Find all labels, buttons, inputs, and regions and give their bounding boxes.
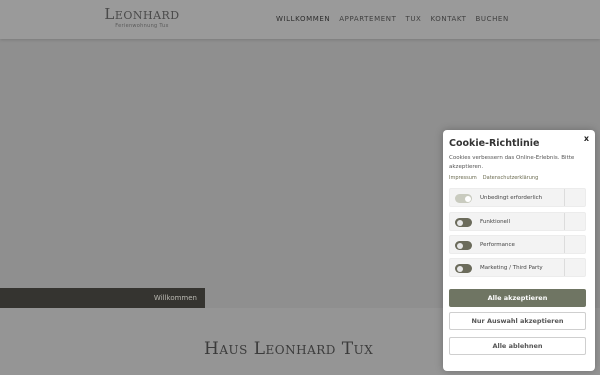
option-divider — [564, 236, 565, 253]
cookie-dialog: x Cookie-Richtlinie Cookies verbessern d… — [443, 130, 595, 371]
hero-breadcrumb-tab: Willkommen — [0, 288, 205, 308]
option-divider — [564, 259, 565, 276]
toggle-marketing[interactable] — [455, 264, 472, 273]
cookie-links: Impressum Datenschutzerklärung — [449, 175, 538, 181]
option-label: Unbedingt erforderlich — [480, 195, 543, 201]
nav-item-tux[interactable]: TUX — [405, 15, 421, 23]
option-functional: Funktionell — [449, 212, 586, 231]
logo-subtitle: Ferienwohnung Tux — [115, 23, 169, 29]
main-nav: WILLKOMMEN APPARTEMENT TUX KONTAKT BUCHE… — [276, 15, 509, 23]
logo[interactable]: Leonhard Ferienwohnung Tux — [98, 6, 186, 30]
page-title: Haus Leonhard Tux — [204, 339, 374, 359]
toggle-functional[interactable] — [455, 218, 472, 227]
nav-item-appartement[interactable]: APPARTEMENT — [339, 15, 396, 23]
close-icon[interactable]: x — [584, 134, 589, 143]
privacy-link[interactable]: Datenschutzerklärung — [483, 175, 538, 181]
accept-all-button[interactable]: Alle akzeptieren — [449, 289, 586, 307]
toggle-performance[interactable] — [455, 241, 472, 250]
site-header: Leonhard Ferienwohnung Tux WILLKOMMEN AP… — [0, 0, 600, 39]
option-divider — [564, 213, 565, 230]
reject-all-button[interactable]: Alle ablehnen — [449, 337, 586, 355]
cookie-description: Cookies verbessern das Online-Erlebnis. … — [449, 155, 575, 170]
nav-item-buchen[interactable]: BUCHEN — [475, 15, 508, 23]
logo-title: Leonhard — [104, 5, 180, 23]
impressum-link[interactable]: Impressum — [449, 175, 477, 181]
cookie-title: Cookie-Richtlinie — [449, 138, 540, 149]
option-label: Funktionell — [480, 219, 510, 225]
hero-tab-label: Willkommen — [153, 294, 197, 302]
option-marketing: Marketing / Third Party — [449, 258, 586, 277]
option-label: Performance — [480, 242, 515, 248]
option-required: Unbedingt erforderlich — [449, 188, 586, 207]
toggle-required[interactable] — [455, 194, 472, 203]
nav-item-kontakt[interactable]: KONTAKT — [430, 15, 466, 23]
option-divider — [564, 189, 565, 206]
option-performance: Performance — [449, 235, 586, 254]
nav-item-willkommen[interactable]: WILLKOMMEN — [276, 15, 330, 23]
option-label: Marketing / Third Party — [480, 265, 543, 271]
accept-selection-button[interactable]: Nur Auswahl akzeptieren — [449, 312, 586, 330]
